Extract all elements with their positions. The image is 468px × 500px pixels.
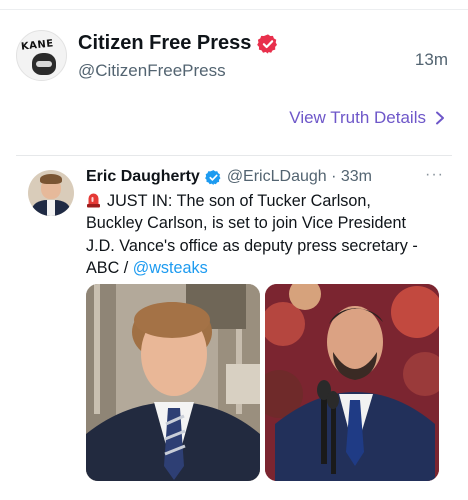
attached-photo-left[interactable] <box>86 284 260 481</box>
quoted-post-text: JUST IN: The son of Tucker Carlson, Buck… <box>86 190 446 279</box>
photo-right-illustration <box>265 284 439 481</box>
author-avatar[interactable]: KANE <box>16 30 67 81</box>
top-divider <box>0 9 468 10</box>
quoted-text-line-3: J.D. Vance's office as deputy press secr… <box>86 236 418 255</box>
quoted-author-avatar[interactable] <box>28 170 74 216</box>
verified-badge-icon <box>257 33 278 54</box>
chevron-right-icon <box>436 111 444 125</box>
quoted-handle-time[interactable]: @EricLDaugh · 33m <box>227 168 372 186</box>
author-display-name[interactable]: Citizen Free Press <box>78 32 251 55</box>
avatar-logo-text: KANE <box>20 38 55 53</box>
avatar-face <box>32 53 56 75</box>
quoted-author-name[interactable]: Eric Daugherty <box>86 168 200 186</box>
avatar-shirt <box>47 200 55 216</box>
author-name-row: Citizen Free Press <box>78 32 279 55</box>
quoted-text-line-4: ABC / @wsteaks <box>86 257 446 279</box>
view-truth-details-link[interactable]: View Truth Details <box>289 108 446 128</box>
quoted-text-source: ABC / <box>86 258 133 277</box>
more-horizontal-icon[interactable]: ··· <box>425 166 444 184</box>
author-handle[interactable]: @CitizenFreePress <box>78 61 226 81</box>
post-timestamp[interactable]: 13m <box>415 50 448 70</box>
quoted-author-row: Eric Daugherty @EricLDaugh · 33m <box>86 168 372 186</box>
quoted-text-line-1: JUST IN: The son of Tucker Carlson, <box>86 190 446 212</box>
quoted-post-card[interactable]: Eric Daugherty @EricLDaugh · 33m ··· JUS… <box>16 155 452 500</box>
post-header: KANE Citizen Free Press @CitizenFreePres… <box>16 30 452 86</box>
rotating-light-icon <box>87 193 100 208</box>
photo-left-illustration <box>86 284 260 481</box>
quoted-text-line-1-text: JUST IN: The son of Tucker Carlson, <box>107 192 371 210</box>
view-truth-details-label: View Truth Details <box>289 108 426 127</box>
mention-link[interactable]: @wsteaks <box>133 259 208 277</box>
avatar-hair <box>40 174 62 184</box>
verified-check-icon <box>204 169 221 185</box>
quoted-text-line-2: Buckley Carlson, is set to join Vice Pre… <box>86 214 407 233</box>
attached-photo-right[interactable] <box>265 284 439 481</box>
